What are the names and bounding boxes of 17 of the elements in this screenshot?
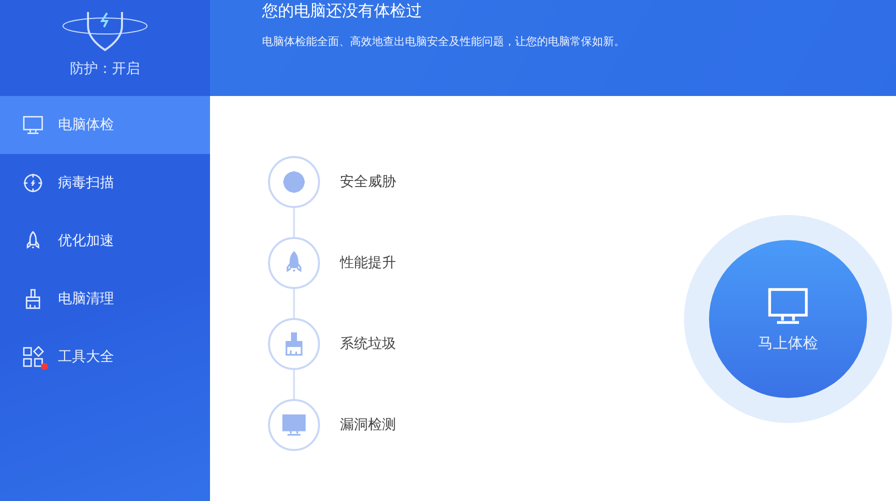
check-step-label: 漏洞检测	[340, 416, 396, 434]
check-step-label: 性能提升	[340, 254, 396, 272]
monitor-icon	[281, 412, 307, 438]
header-title: 您的电脑还没有体检过	[262, 0, 423, 22]
check-step-label: 系统垃圾	[340, 335, 396, 353]
protection-status: 防护：开启	[70, 60, 140, 78]
shield-logo-icon	[60, 12, 150, 52]
header-subtitle: 电脑体检能全面、高效地查出电脑安全及性能问题，让您的电脑常保如新。	[262, 34, 626, 49]
monitor-icon	[22, 114, 44, 136]
check-step-label: 安全威胁	[340, 173, 396, 191]
apps-icon	[22, 346, 44, 368]
sidebar-item[interactable]: 病毒扫描	[0, 154, 210, 212]
sidebar-item[interactable]: 工具大全	[0, 328, 210, 386]
sidebar-item[interactable]: 电脑清理	[0, 270, 210, 328]
start-check-button[interactable]: 马上体检	[709, 240, 867, 398]
sidebar-item[interactable]: 电脑体检	[0, 96, 210, 154]
sidebar-item[interactable]: 优化加速	[0, 212, 210, 270]
